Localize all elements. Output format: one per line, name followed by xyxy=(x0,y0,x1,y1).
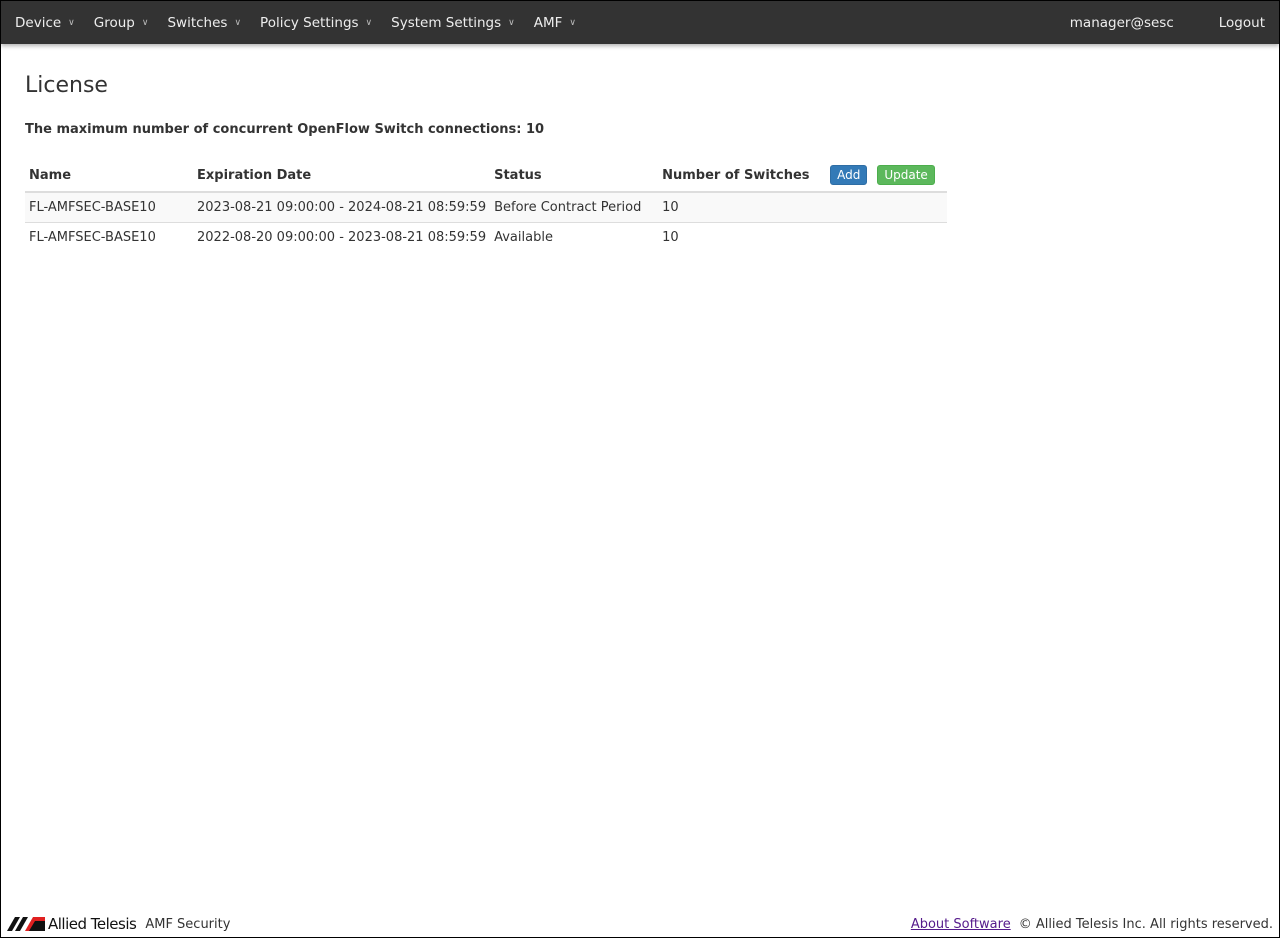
brand-name: Allied Telesis xyxy=(48,915,137,933)
nav-system-settings[interactable]: System Settings ∨ xyxy=(391,15,515,31)
logo-mark-icon xyxy=(7,917,45,931)
cell-switches: 10 xyxy=(658,191,827,222)
add-button[interactable]: Add xyxy=(830,165,868,185)
update-button[interactable]: Update xyxy=(877,165,935,185)
chevron-down-icon: ∨ xyxy=(68,17,75,28)
table-row: FL-AMFSEC-BASE10 2023-08-21 09:00:00 - 2… xyxy=(25,191,947,222)
table-row: FL-AMFSEC-BASE10 2022-08-20 09:00:00 - 2… xyxy=(25,221,947,252)
nav-policy-settings[interactable]: Policy Settings ∨ xyxy=(260,15,372,31)
nav-switches[interactable]: Switches ∨ xyxy=(167,15,241,31)
max-connections-text: The maximum number of concurrent OpenFlo… xyxy=(25,122,545,137)
col-switches: Number of Switches xyxy=(658,159,827,193)
cell-expiration: 2023-08-21 09:00:00 - 2024-08-21 08:59:5… xyxy=(193,191,491,222)
nav-label: Switches xyxy=(167,14,228,31)
col-name: Name xyxy=(25,159,193,193)
nav-label: Group xyxy=(93,14,135,31)
nav-label: System Settings xyxy=(391,14,502,31)
logout-link[interactable]: Logout xyxy=(1219,15,1265,31)
allied-telesis-logo: Allied Telesis xyxy=(7,915,137,933)
user-menu[interactable]: manager@sesc xyxy=(1070,15,1174,31)
chevron-down-icon: ∨ xyxy=(365,17,373,28)
cell-expiration: 2022-08-20 09:00:00 - 2023-08-21 08:59:5… xyxy=(193,221,491,252)
page-title: License xyxy=(25,73,108,98)
nav-group[interactable]: Group ∨ xyxy=(94,15,149,31)
product-name: AMF Security xyxy=(145,916,231,932)
cell-switches: 10 xyxy=(658,221,827,252)
nav-label: Device xyxy=(15,14,62,31)
about-software-link[interactable]: About Software xyxy=(911,917,1011,932)
chevron-down-icon: ∨ xyxy=(508,17,515,28)
chevron-down-icon: ∨ xyxy=(569,17,576,28)
cell-empty xyxy=(826,221,947,252)
cell-name: FL-AMFSEC-BASE10 xyxy=(25,191,193,222)
col-expiration: Expiration Date xyxy=(193,159,491,193)
chevron-down-icon: ∨ xyxy=(141,17,149,28)
col-status: Status xyxy=(490,159,659,193)
copyright: © Allied Telesis Inc. All rights reserve… xyxy=(1018,916,1273,932)
footer: Allied Telesis AMF Security About Softwa… xyxy=(1,911,1279,937)
nav-device[interactable]: Device ∨ xyxy=(15,15,75,31)
cell-status: Available xyxy=(490,221,659,252)
top-navbar: Device ∨ Group ∨ Switches ∨ Policy Settings… xyxy=(1,1,1279,44)
nav-label: Policy Settings xyxy=(260,14,359,31)
cell-empty xyxy=(826,191,947,222)
nav-amf[interactable]: AMF ∨ xyxy=(534,15,576,31)
license-table: Name Expiration Date Status Number of Sw… xyxy=(25,159,947,252)
cell-status: Before Contract Period xyxy=(490,191,659,222)
chevron-down-icon: ∨ xyxy=(234,17,242,28)
actions-header: Add Update xyxy=(826,159,947,193)
nav-label: AMF xyxy=(533,14,563,31)
cell-name: FL-AMFSEC-BASE10 xyxy=(25,221,193,252)
